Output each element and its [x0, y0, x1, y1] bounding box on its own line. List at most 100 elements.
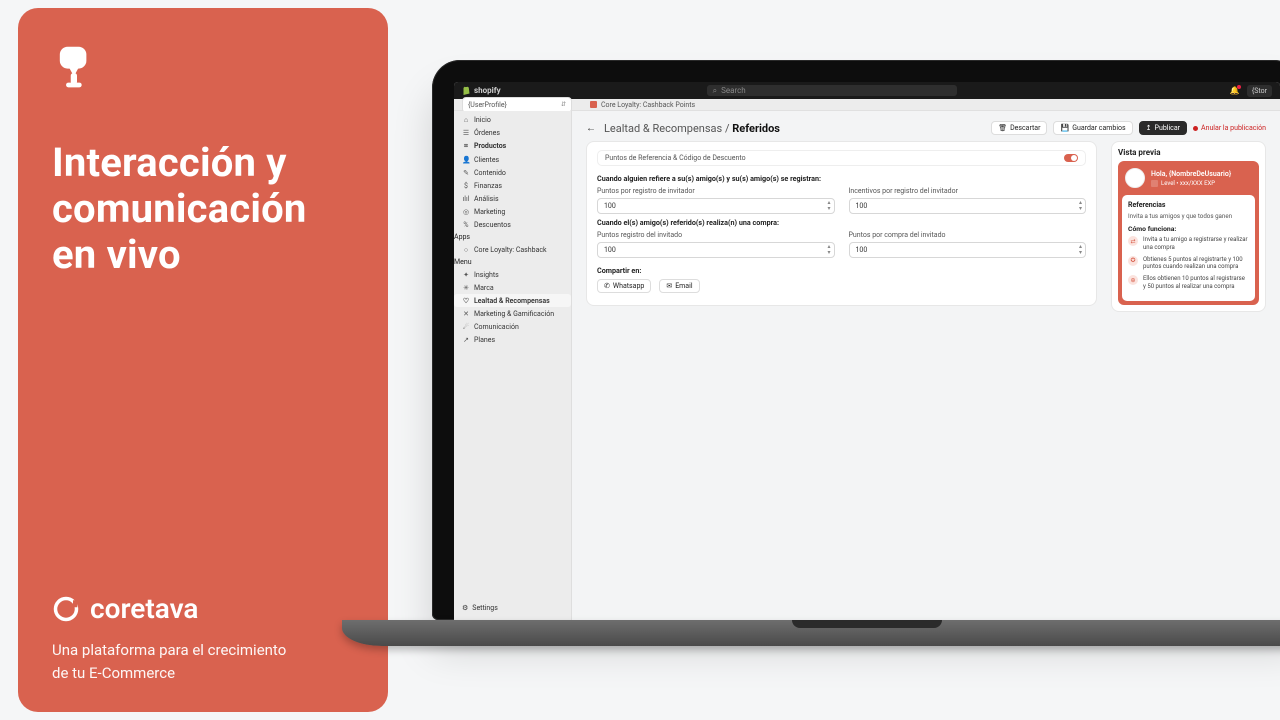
- nav-label: Productos: [474, 142, 506, 150]
- sidebar-menu-item[interactable]: ↗ Planes: [454, 333, 571, 346]
- section2-title: Cuando el(s) amigo(s) referido(s) realiz…: [597, 218, 1086, 227]
- publish-button[interactable]: ↥Publicar: [1139, 121, 1187, 135]
- nav-label: Inicio: [474, 116, 491, 124]
- nav-icon: ✎: [462, 169, 470, 177]
- nav-icon: ⌗: [462, 142, 470, 151]
- field-2a-input[interactable]: 100▴▾: [597, 242, 835, 258]
- nav-label: Comunicación: [474, 323, 519, 331]
- field-1b-input[interactable]: 100▴▾: [849, 198, 1087, 214]
- promo-icon: [52, 42, 356, 96]
- sidebar-main-item[interactable]: ⌗ Productos: [454, 139, 571, 153]
- nav-icon: ↗: [462, 336, 470, 344]
- main-area: ← Lealtad & Recompensas / Referidos 🗑Des…: [572, 111, 1280, 620]
- bullet-text: Ellos obtienen 10 puntos al registrarse …: [1143, 275, 1249, 291]
- nav-label: Marketing & Gamificación: [474, 310, 554, 318]
- how-bullet: ⊕ Ellos obtienen 10 puntos al registrarse…: [1128, 275, 1249, 291]
- nav-label: Core Loyalty: Cashback: [474, 246, 547, 254]
- email-icon: ✉: [666, 282, 672, 290]
- nav-label: Análisis: [474, 195, 499, 203]
- nav-icon: ⌂: [462, 116, 470, 124]
- share-label: Compartir en:: [597, 266, 1086, 275]
- sidebar-app-item[interactable]: ○Core Loyalty: Cashback: [454, 243, 571, 256]
- nav-label: Clientes: [474, 156, 499, 164]
- sidebar-menu-item[interactable]: ✦Insights: [454, 268, 571, 281]
- feature-toggle[interactable]: [1064, 154, 1078, 162]
- promo-card: Interacción y comunicación en vivo coret…: [18, 8, 388, 712]
- bullet-text: Invita a tu amigo a registrarse y realiz…: [1143, 236, 1249, 252]
- field-1a-input[interactable]: 100▴▾: [597, 198, 835, 214]
- widget-greeting: Hola, {NombreDeUsuario}: [1151, 170, 1231, 178]
- settings-link[interactable]: ⚙Settings: [462, 604, 563, 612]
- sidebar-main-item[interactable]: $Finanzas: [454, 179, 571, 192]
- sidebar-main-item[interactable]: ✎ Contenido: [454, 166, 571, 179]
- sidebar-menu-item[interactable]: ☄ Comunicación: [454, 320, 571, 333]
- sidebar-main-item[interactable]: ☰ Órdenes: [454, 126, 571, 139]
- gear-icon: ⚙: [462, 604, 468, 612]
- bullet-icon: ⊕: [1128, 275, 1138, 285]
- nav-label: Planes: [474, 336, 495, 344]
- bullet-text: Obtienes 5 puntos al registrarte y 100 p…: [1143, 256, 1249, 272]
- share-whatsapp-button[interactable]: ✆Whatsapp: [597, 279, 651, 293]
- brand-name: coretava: [90, 592, 198, 625]
- nav-icon: ♡: [462, 297, 470, 305]
- stepper-icon[interactable]: ▴▾: [827, 200, 830, 212]
- nav-label: Lealtad & Recompensas: [474, 297, 550, 305]
- how-bullet: ⇄ Invita a tu amigo a registrarse y reali…: [1128, 236, 1249, 252]
- preview-panel: Vista previa Hola, {NombreDeUsuario} Lev…: [1111, 141, 1266, 312]
- widget-section-title: Referencias: [1128, 201, 1249, 209]
- breadcrumb: Lealtad & Recompensas / Referidos: [604, 122, 780, 135]
- nav-label: Descuentos: [474, 221, 511, 229]
- sidebar-main-item[interactable]: ⌂ Inicio: [454, 113, 571, 126]
- nav-icon: ◎: [462, 208, 470, 216]
- platform-name: shopify: [474, 86, 501, 95]
- trash-icon: 🗑: [998, 124, 1007, 132]
- nav-icon: ılıl: [462, 195, 470, 203]
- search-input[interactable]: ⌕ Search: [707, 85, 957, 96]
- sidebar-main-item[interactable]: %Descuentos: [454, 218, 571, 231]
- share-email-button[interactable]: ✉Email: [659, 279, 699, 293]
- nav-icon: ☰: [462, 129, 470, 137]
- section1-title: Cuando alguien refiere a su(s) amigo(s) …: [597, 174, 1086, 183]
- sidebar-menu-item[interactable]: ✳Marca: [454, 281, 571, 294]
- field-2a-label: Puntos registro del invitado: [597, 231, 835, 239]
- bullet-icon: ✪: [1128, 256, 1138, 266]
- nav-icon: ☄: [462, 323, 470, 331]
- nav-label: Contenido: [474, 169, 506, 177]
- save-icon: 💾: [1060, 124, 1069, 132]
- field-2b-label: Puntos por compra del invitado: [849, 231, 1087, 239]
- sidebar-main-item[interactable]: 👤Clientes: [454, 153, 571, 166]
- nav-label: Marca: [474, 284, 494, 292]
- search-placeholder: Search: [721, 86, 746, 95]
- how-title: Cómo funciona:: [1128, 225, 1249, 233]
- apps-header: Apps: [454, 233, 571, 241]
- nav-label: Marketing: [474, 208, 505, 216]
- search-icon: ⌕: [713, 86, 717, 96]
- app-crumb: {UserProfile}⇵ Core Loyalty: Cashback Po…: [454, 99, 1280, 111]
- save-button[interactable]: 💾Guardar cambios: [1053, 121, 1132, 135]
- level-text: Level • xxx/XXX EXP: [1161, 180, 1215, 187]
- upload-icon: ↥: [1146, 124, 1152, 132]
- nav-label: Finanzas: [474, 182, 502, 190]
- sidebar-main-item[interactable]: ◎ Marketing: [454, 205, 571, 218]
- level-badge-icon: [1151, 180, 1158, 187]
- back-arrow-icon[interactable]: ←: [586, 123, 596, 134]
- stepper-icon[interactable]: ▴▾: [1079, 200, 1082, 212]
- notifications-icon[interactable]: 🔔: [1229, 85, 1241, 97]
- bullet-icon: ⇄: [1128, 236, 1138, 246]
- promo-heading: Interacción y comunicación en vivo: [52, 140, 356, 278]
- discard-button[interactable]: 🗑Descartar: [991, 121, 1047, 135]
- sidebar-main-item[interactable]: ılıl Análisis: [454, 192, 571, 205]
- field-2b-input[interactable]: 100▴▾: [849, 242, 1087, 258]
- nav-icon: ✦: [462, 271, 470, 279]
- sidebar-menu-item[interactable]: ✕Marketing & Gamificación: [454, 307, 571, 320]
- nav-label: Órdenes: [474, 129, 500, 137]
- referral-form: Puntos de Referencia & Código de Descuen…: [586, 141, 1097, 306]
- sidebar-menu-item[interactable]: ♡ Lealtad & Recompensas: [454, 294, 571, 307]
- brand-tagline: Una plataforma para el crecimiento de tu…: [52, 639, 292, 684]
- unpublish-link[interactable]: Anular la publicación: [1193, 124, 1266, 132]
- how-bullet: ✪ Obtienes 5 puntos al registrarte y 100 …: [1128, 256, 1249, 272]
- store-switcher[interactable]: {Stor: [1247, 85, 1272, 97]
- stepper-icon[interactable]: ▴▾: [827, 244, 830, 256]
- widget-preview: Hola, {NombreDeUsuario} Level • xxx/XXX …: [1118, 161, 1259, 305]
- stepper-icon[interactable]: ▴▾: [1079, 244, 1082, 256]
